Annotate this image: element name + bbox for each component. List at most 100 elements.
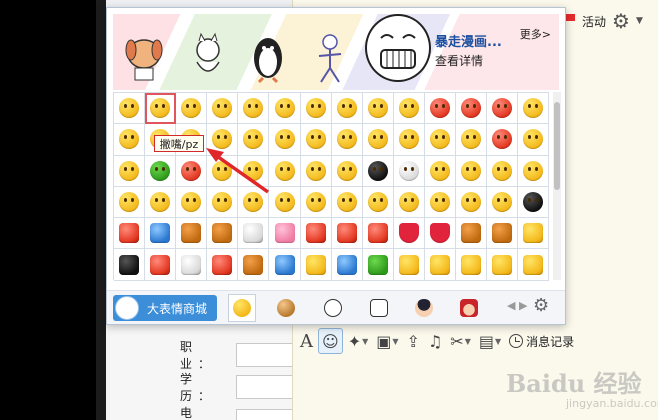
emoji-cell[interactable] [145, 186, 177, 219]
job-input[interactable] [236, 343, 296, 367]
education-input[interactable] [236, 375, 296, 399]
tab-girl-emoji[interactable] [455, 294, 483, 322]
emoji-cell[interactable] [145, 93, 177, 125]
emoji-cell[interactable] [238, 249, 270, 281]
emoji-cell[interactable] [269, 124, 301, 156]
emoji-cell[interactable] [207, 186, 239, 219]
emoji-cell[interactable] [487, 155, 519, 187]
more-icon[interactable]: ▤ ▼ [476, 328, 504, 354]
activity-link[interactable]: 活动 [582, 13, 606, 30]
phone-input[interactable] [236, 409, 296, 420]
emoji-cell[interactable] [300, 218, 332, 250]
emoji-cell[interactable] [176, 218, 208, 250]
emoji-cell[interactable] [518, 124, 550, 156]
banner-title[interactable]: 暴走漫画... [435, 31, 502, 50]
emoji-cell[interactable] [207, 155, 239, 187]
tab-grin-emoji[interactable] [365, 294, 393, 322]
emoji-cell[interactable] [331, 124, 363, 156]
emoji-cell[interactable] [362, 93, 394, 125]
image-icon[interactable]: ▣ ▼ [373, 328, 401, 354]
banner-ad[interactable]: 暴走漫画... 查看详情 更多> [113, 14, 559, 90]
emoji-cell[interactable] [145, 249, 177, 281]
emoji-cell[interactable] [424, 155, 457, 187]
tab-conan-emoji[interactable] [410, 294, 438, 322]
emoji-cell[interactable] [176, 249, 208, 281]
emoji-cell[interactable] [518, 218, 550, 250]
emoji-cell[interactable] [238, 124, 270, 156]
emoji-mall-button[interactable]: 大表情商城 [113, 295, 217, 321]
emoji-cell[interactable] [424, 93, 457, 125]
emoji-cell[interactable] [487, 124, 519, 156]
emoji-cell[interactable] [114, 186, 146, 219]
emoji-cell[interactable] [145, 218, 177, 250]
emoji-cell[interactable] [331, 249, 363, 281]
emoji-cell[interactable] [207, 249, 239, 281]
gear-icon[interactable]: ⚙ [612, 9, 630, 33]
banner-detail-link[interactable]: 查看详情 [435, 52, 483, 69]
emoji-cell[interactable] [300, 249, 332, 281]
emoji-cell[interactable] [269, 249, 301, 281]
emoji-cell[interactable] [456, 155, 488, 187]
emoji-cell[interactable] [300, 124, 332, 156]
tab-default-emoji[interactable] [228, 294, 256, 322]
emoji-icon[interactable]: ☺ [318, 328, 343, 354]
emoji-cell[interactable] [238, 93, 270, 125]
emoji-cell[interactable] [269, 93, 301, 125]
tab-nav-arrows[interactable]: ◀ ▶ [507, 299, 527, 312]
emoji-cell[interactable] [114, 93, 146, 125]
magic-wand-icon[interactable]: ✦ ▼ [345, 328, 372, 354]
history-button[interactable]: 消息记录 [506, 328, 577, 354]
emoji-cell[interactable] [145, 155, 177, 187]
emoji-cell[interactable] [424, 124, 457, 156]
emoji-cell[interactable] [424, 218, 457, 250]
emoji-cell[interactable] [424, 249, 457, 281]
emoji-cell[interactable] [238, 186, 270, 219]
emoji-cell[interactable] [456, 186, 488, 219]
emoji-cell[interactable] [487, 249, 519, 281]
scissors-icon[interactable]: ✂ ▼ [447, 328, 474, 354]
emoji-cell[interactable] [518, 249, 550, 281]
emoji-cell[interactable] [487, 93, 519, 125]
scrollbar-thumb[interactable] [554, 102, 560, 190]
emoji-cell[interactable] [456, 124, 488, 156]
emoji-cell[interactable] [393, 93, 425, 125]
emoji-cell[interactable] [331, 155, 363, 187]
tab-monkey-emoji[interactable] [272, 294, 300, 322]
emoji-cell[interactable] [456, 218, 488, 250]
emoji-cell[interactable] [393, 124, 425, 156]
emoji-cell[interactable] [114, 249, 146, 281]
emoji-cell[interactable] [207, 93, 239, 125]
emoji-cell[interactable] [331, 218, 363, 250]
emoji-cell[interactable] [114, 124, 146, 156]
emoji-cell[interactable] [238, 218, 270, 250]
emoji-cell[interactable] [456, 249, 488, 281]
emoji-cell[interactable] [300, 155, 332, 187]
emoji-cell[interactable] [362, 124, 394, 156]
emoji-cell[interactable] [362, 218, 394, 250]
emoji-cell[interactable] [300, 186, 332, 219]
emoji-cell[interactable] [487, 186, 519, 219]
emoji-cell[interactable] [176, 186, 208, 219]
emoji-cell[interactable] [176, 155, 208, 187]
emoji-cell[interactable] [456, 93, 488, 125]
emoji-cell[interactable] [300, 93, 332, 125]
emoji-cell[interactable] [487, 218, 519, 250]
emoji-cell[interactable] [331, 93, 363, 125]
emoji-cell[interactable] [331, 186, 363, 219]
emoji-cell[interactable] [207, 218, 239, 250]
emoji-cell[interactable] [393, 218, 425, 250]
emoji-cell[interactable] [518, 186, 550, 219]
music-icon[interactable]: ♫ [425, 328, 445, 354]
emoji-cell[interactable] [114, 155, 146, 187]
emoji-cell[interactable] [362, 249, 394, 281]
emoji-cell[interactable] [362, 186, 394, 219]
emoji-cell[interactable] [393, 155, 425, 187]
emoji-cell[interactable] [114, 218, 146, 250]
tab-rage-emoji[interactable] [319, 294, 347, 322]
chevron-down-icon[interactable]: ▼ [636, 16, 643, 26]
emoji-cell[interactable] [424, 186, 457, 219]
emoji-cell[interactable] [518, 93, 550, 125]
emoji-cell[interactable] [393, 186, 425, 219]
upload-icon[interactable]: ⇪ [404, 328, 423, 354]
emoji-cell[interactable] [269, 186, 301, 219]
